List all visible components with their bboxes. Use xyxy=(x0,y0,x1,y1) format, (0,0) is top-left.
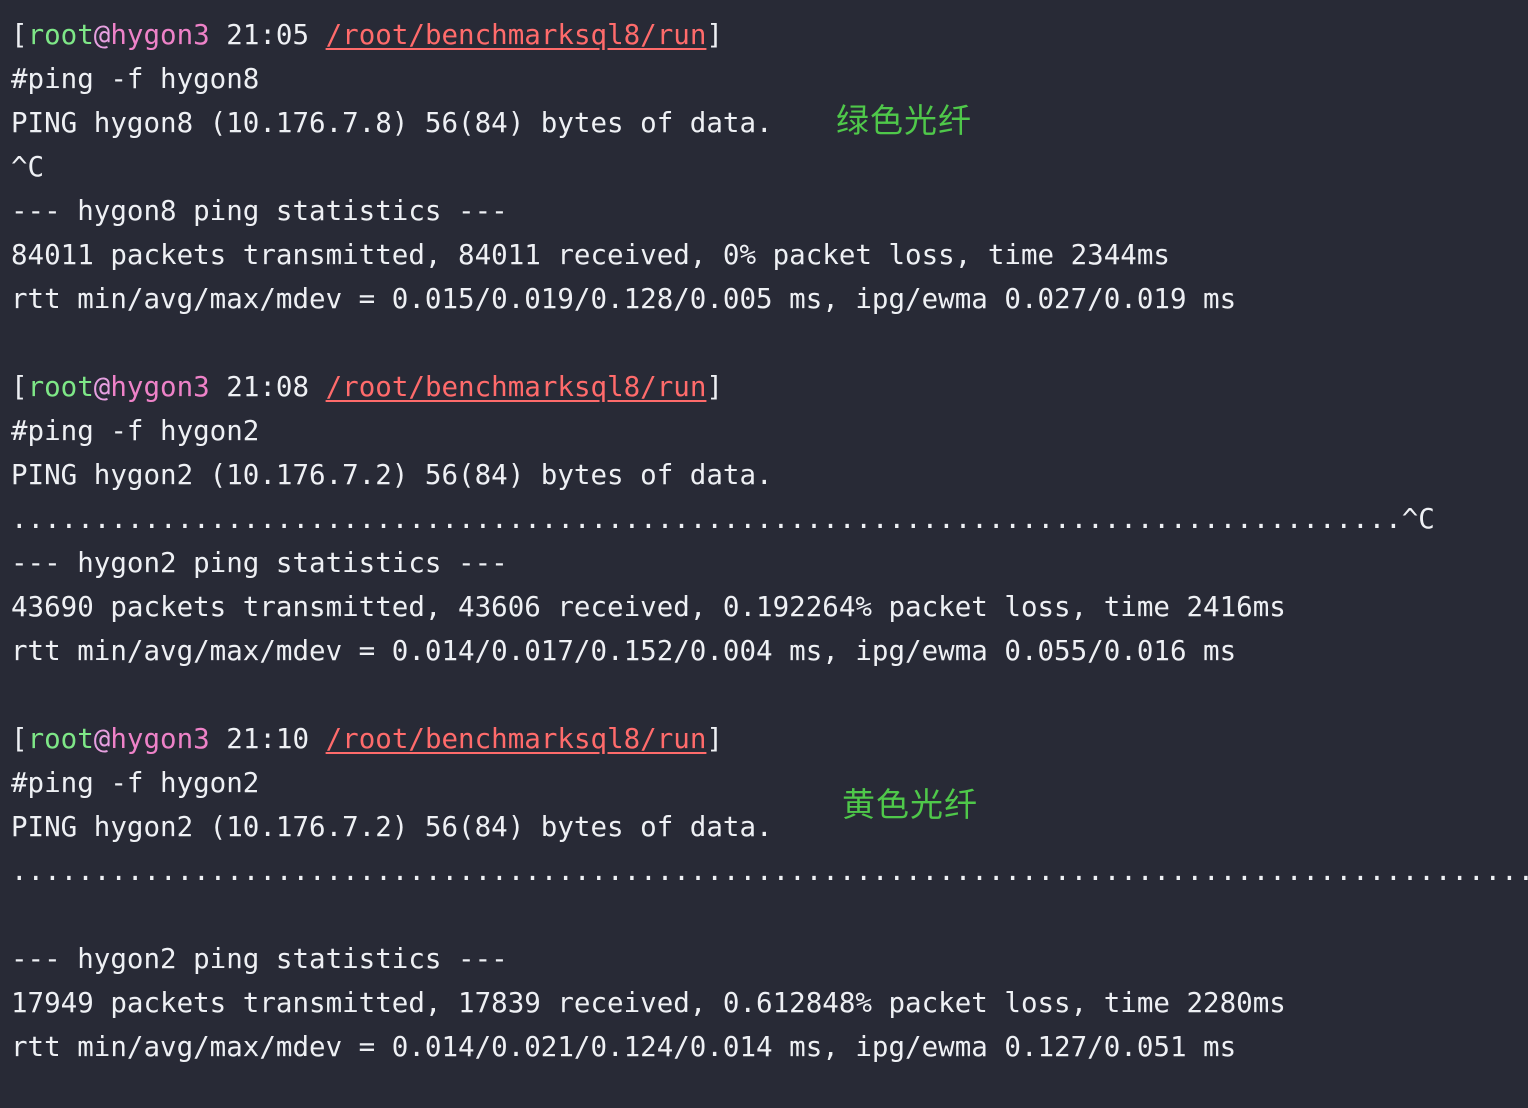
command-line: #ping -f hygon8 xyxy=(11,63,260,95)
prompt-path[interactable]: /root/benchmarksql8/run xyxy=(326,723,707,755)
stats-packets: 84011 packets transmitted, 84011 receive… xyxy=(11,239,1170,271)
annotation-yellow-fiber: 黄色光纤 xyxy=(842,785,978,824)
prompt-user: root xyxy=(27,723,94,755)
terminal-output[interactable]: [root@hygon3 21:05 /root/benchmarksql8/r… xyxy=(11,13,1528,1069)
prompt-time: 21:10 xyxy=(209,723,326,755)
stats-title: --- hygon2 ping statistics --- xyxy=(11,547,508,579)
prompt-time: 21:05 xyxy=(209,19,326,51)
stats-title: --- hygon8 ping statistics --- xyxy=(11,195,508,227)
prompt-user: root xyxy=(27,371,94,403)
shell-prompt: [root@hygon3 21:08 /root/benchmarksql8/r… xyxy=(11,365,1528,409)
prompt-open-bracket: [ xyxy=(11,723,28,755)
annotation-green-fiber: 绿色光纤 xyxy=(836,101,972,140)
prompt-path[interactable]: /root/benchmarksql8/run xyxy=(326,371,707,403)
prompt-at: @ xyxy=(93,723,111,755)
ping-progress: ........................................… xyxy=(11,855,1528,887)
shell-prompt: [root@hygon3 21:10 /root/benchmarksql8/r… xyxy=(11,717,1528,761)
stats-rtt: rtt min/avg/max/mdev = 0.014/0.017/0.152… xyxy=(11,635,1237,667)
prompt-at: @ xyxy=(93,19,111,51)
prompt-open-bracket: [ xyxy=(11,371,28,403)
command-line: #ping -f hygon2 xyxy=(11,415,260,447)
prompt-host: hygon3 xyxy=(110,19,210,51)
prompt-close-bracket: ] xyxy=(706,723,723,755)
command-line: #ping -f hygon2 xyxy=(11,767,260,799)
prompt-open-bracket: [ xyxy=(11,19,28,51)
stats-title: --- hygon2 ping statistics --- xyxy=(11,943,508,975)
stats-packets: 43690 packets transmitted, 43606 receive… xyxy=(11,591,1286,623)
stats-packets: 17949 packets transmitted, 17839 receive… xyxy=(11,987,1286,1019)
prompt-user: root xyxy=(27,19,94,51)
prompt-close-bracket: ] xyxy=(706,371,723,403)
stats-rtt: rtt min/avg/max/mdev = 0.015/0.019/0.128… xyxy=(11,283,1237,315)
shell-prompt: [root@hygon3 21:05 /root/benchmarksql8/r… xyxy=(11,13,1528,57)
ping-progress: ........................................… xyxy=(11,503,1435,535)
prompt-host: hygon3 xyxy=(110,723,210,755)
ping-header: PING hygon2 (10.176.7.2) 56(84) bytes of… xyxy=(11,459,773,491)
stats-rtt: rtt min/avg/max/mdev = 0.014/0.021/0.124… xyxy=(11,1031,1237,1063)
prompt-at: @ xyxy=(93,371,111,403)
ping-progress: ^C xyxy=(11,151,45,183)
ping-header: PING hygon2 (10.176.7.2) 56(84) bytes of… xyxy=(11,811,773,843)
ping-header: PING hygon8 (10.176.7.8) 56(84) bytes of… xyxy=(11,107,773,139)
prompt-path[interactable]: /root/benchmarksql8/run xyxy=(326,19,707,51)
prompt-host: hygon3 xyxy=(110,371,210,403)
prompt-time: 21:08 xyxy=(209,371,326,403)
prompt-close-bracket: ] xyxy=(706,19,723,51)
